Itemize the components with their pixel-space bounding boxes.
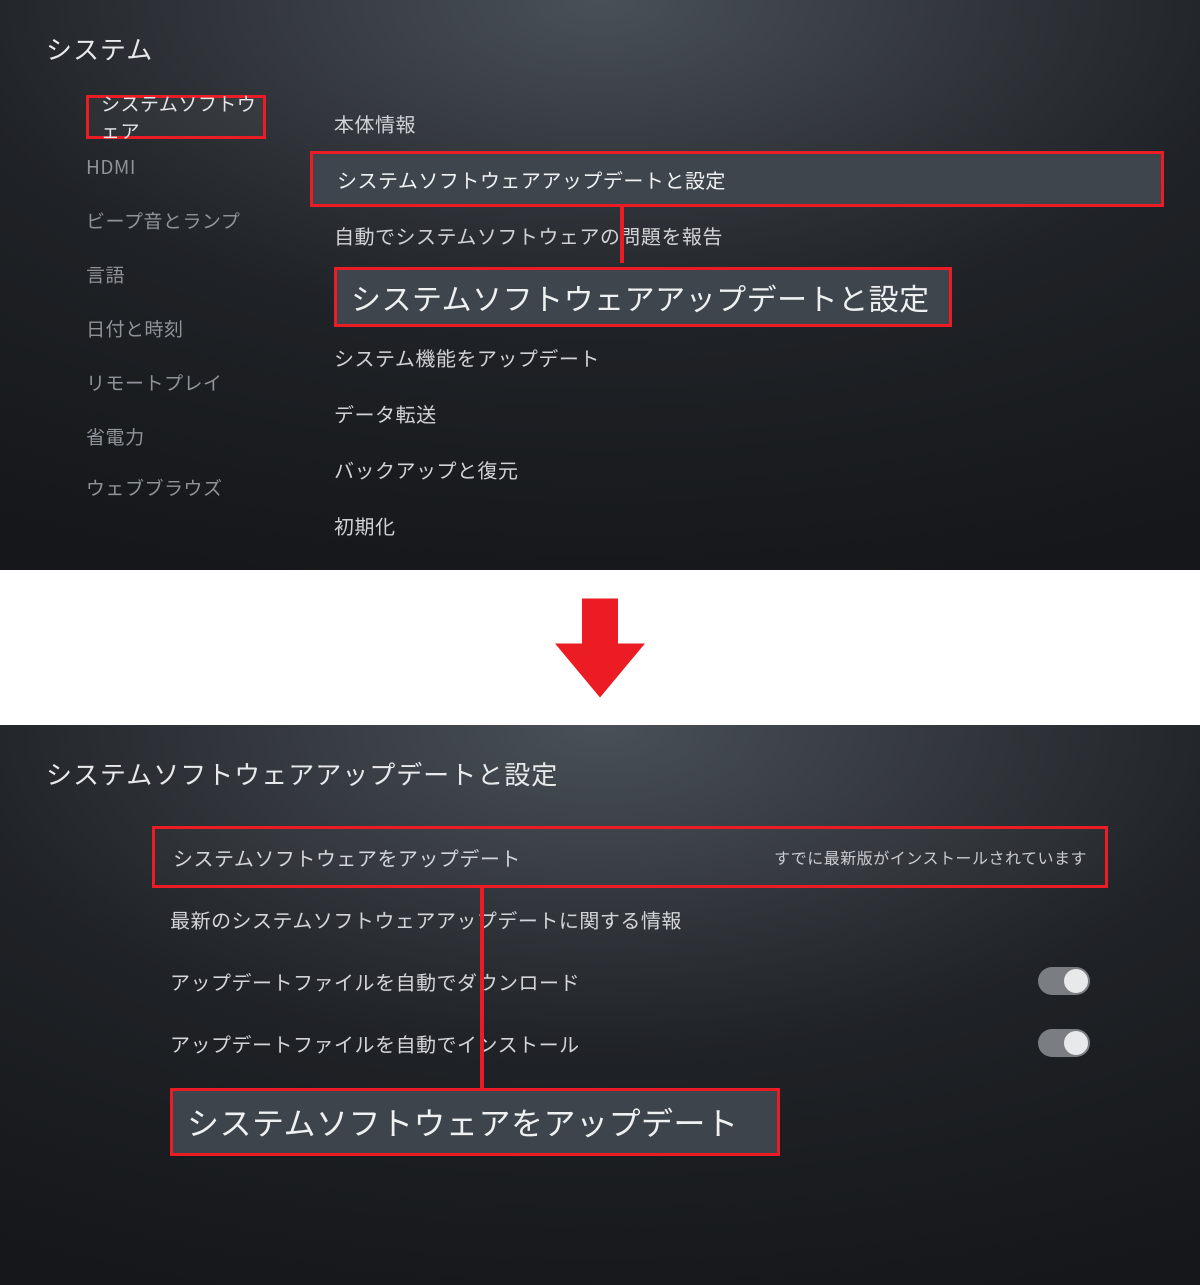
step-divider xyxy=(0,570,1200,725)
row-label: アップデートファイルを自動でインストール xyxy=(170,1029,580,1058)
screen-title: システムソフトウェアアップデートと設定 xyxy=(0,725,1200,792)
row-system-features-update[interactable]: システム機能をアップデート xyxy=(310,329,1164,385)
arrow-down-icon xyxy=(555,598,645,698)
row-backup-restore[interactable]: バックアップと復元 xyxy=(310,441,1164,497)
sidebar-item-label: システムソフトウェア xyxy=(101,90,263,144)
callout-label: システムソフトウェアをアップデート xyxy=(187,1099,739,1145)
sidebar-item-label: 言語 xyxy=(86,261,125,288)
sidebar-item-beep-lamp[interactable]: ビープ音とランプ xyxy=(86,193,310,247)
callout-group: システムソフトウェアアップデートと設定 xyxy=(310,263,1164,329)
update-settings-screen: システムソフトウェアアップデートと設定 システムソフトウェアをアップデート すで… xyxy=(0,725,1200,1285)
sidebar-item-remote-play[interactable]: リモートプレイ xyxy=(86,355,310,409)
callout-system-software-update[interactable]: システムソフトウェアアップデートと設定 xyxy=(334,267,952,327)
row-update-info[interactable]: 最新のシステムソフトウェアアップデートに関する情報 xyxy=(152,888,1108,950)
sidebar-item-date-time[interactable]: 日付と時刻 xyxy=(86,301,310,355)
update-status: すでに最新版がインストールされています xyxy=(774,845,1105,869)
sidebar-item-label: リモートプレイ xyxy=(86,369,223,396)
row-label: 初期化 xyxy=(334,511,396,540)
row-console-information[interactable]: 本体情報 xyxy=(310,95,1164,151)
row-label: データ転送 xyxy=(334,399,437,428)
row-label: 本体情報 xyxy=(334,109,416,138)
sidebar-item-power-saving[interactable]: 省電力 xyxy=(86,409,310,463)
row-label: システムソフトウェアをアップデート xyxy=(173,843,521,872)
row-auto-report[interactable]: 自動でシステムソフトウェアの問題を報告 xyxy=(310,207,1164,263)
sidebar-item-label: 省電力 xyxy=(86,423,145,450)
row-auto-download[interactable]: アップデートファイルを自動でダウンロード xyxy=(152,950,1108,1012)
callout-update-system-software[interactable]: システムソフトウェアをアップデート xyxy=(170,1088,780,1156)
row-label: システム機能をアップデート xyxy=(334,343,600,372)
sidebar-item-label: 日付と時刻 xyxy=(86,315,184,342)
row-label: システムソフトウェアアップデートと設定 xyxy=(337,165,726,194)
sidebar-item-label: ビープ音とランプ xyxy=(86,207,240,234)
row-data-transfer[interactable]: データ転送 xyxy=(310,385,1164,441)
row-label: 自動でシステムソフトウェアの問題を報告 xyxy=(334,221,723,250)
sidebar-item-hdmi[interactable]: HDMI xyxy=(86,139,310,193)
sidebar: システムソフトウェア HDMI ビープ音とランプ 言語 日付と時刻 リモートプレ… xyxy=(0,95,310,553)
main-list: 本体情報 システムソフトウェアアップデートと設定 自動でシステムソフトウェアの問… xyxy=(310,95,1200,553)
sidebar-item-language[interactable]: 言語 xyxy=(86,247,310,301)
callout-group: システムソフトウェアをアップデート xyxy=(152,1088,1108,1156)
row-system-software-update[interactable]: システムソフトウェアアップデートと設定 xyxy=(310,151,1164,207)
row-reset[interactable]: 初期化 xyxy=(310,497,1164,553)
sidebar-item-web-browse[interactable]: ウェブブラウズ xyxy=(86,463,310,511)
sidebar-item-system-software[interactable]: システムソフトウェア xyxy=(86,95,266,139)
sidebar-item-label: ウェブブラウズ xyxy=(86,474,223,501)
toggle-auto-install[interactable] xyxy=(1038,1029,1090,1057)
callout-label: システムソフトウェアアップデートと設定 xyxy=(351,275,930,319)
toggle-auto-download[interactable] xyxy=(1038,967,1090,995)
row-label: バックアップと復元 xyxy=(334,455,519,484)
row-auto-install[interactable]: アップデートファイルを自動でインストール xyxy=(152,1012,1108,1074)
screen-title: システム xyxy=(0,0,1200,67)
row-label: 最新のシステムソフトウェアアップデートに関する情報 xyxy=(170,905,682,934)
system-screen: システム システムソフトウェア HDMI ビープ音とランプ 言語 日付と時刻 リ… xyxy=(0,0,1200,570)
row-label: アップデートファイルを自動でダウンロード xyxy=(170,967,580,996)
row-update-system-software[interactable]: システムソフトウェアをアップデート すでに最新版がインストールされています xyxy=(152,826,1108,888)
sidebar-item-label: HDMI xyxy=(86,153,136,180)
